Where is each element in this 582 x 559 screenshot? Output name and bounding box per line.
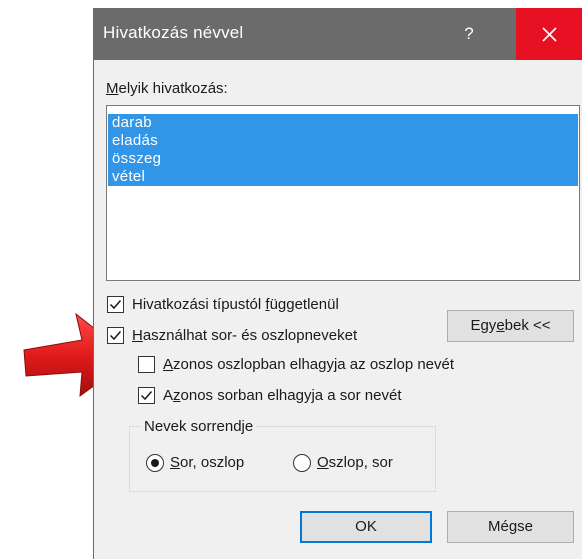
use-row-col-names-label: Használhat sor- és oszlopneveket xyxy=(132,327,358,344)
omit-row-name-label: Azonos sorban elhagyja a sor nevét xyxy=(163,387,402,404)
omit-column-name-checkbox[interactable] xyxy=(138,356,155,373)
column-row-label: Oszlop, sor xyxy=(317,454,393,471)
more-options-button[interactable]: Egyebek << xyxy=(447,310,574,342)
row-column-label: Sor, oszlop xyxy=(170,454,245,471)
checkmark-icon xyxy=(109,331,122,341)
cancel-button[interactable]: Mégse xyxy=(447,511,574,543)
ok-button[interactable]: OK xyxy=(300,511,432,543)
checkmark-icon xyxy=(140,391,153,401)
column-row-radio[interactable] xyxy=(293,454,311,472)
close-button[interactable] xyxy=(516,8,582,60)
list-item[interactable]: eladás xyxy=(108,132,578,150)
radio-dot-icon xyxy=(151,459,159,467)
list-item[interactable]: összeg xyxy=(108,150,578,168)
row-column-radio[interactable] xyxy=(146,454,164,472)
list-label: Melyik hivatkozás: xyxy=(106,80,228,97)
use-row-col-names-checkbox[interactable] xyxy=(107,327,124,344)
title-bar: Hivatkozás névvel ? xyxy=(94,8,582,60)
list-item[interactable]: darab xyxy=(108,114,578,132)
dialog-title: Hivatkozás névvel xyxy=(103,23,244,42)
help-button[interactable]: ? xyxy=(454,20,484,48)
name-order-legend: Nevek sorrendje xyxy=(141,418,257,435)
list-item[interactable]: vétel xyxy=(108,168,578,186)
name-reference-dialog: Hivatkozás névvel ? Melyik hivatkozás: d… xyxy=(93,8,582,559)
omit-row-name-checkbox[interactable] xyxy=(138,387,155,404)
close-icon xyxy=(542,27,557,42)
ignore-ref-type-checkbox[interactable] xyxy=(107,296,124,313)
checkmark-icon xyxy=(109,300,122,310)
omit-column-name-label: Azonos oszlopban elhagyja az oszlop nevé… xyxy=(163,356,455,373)
ignore-ref-type-label: Hivatkozási típustól függetlenül xyxy=(132,296,339,313)
reference-listbox[interactable]: darab eladás összeg vétel xyxy=(106,105,580,281)
